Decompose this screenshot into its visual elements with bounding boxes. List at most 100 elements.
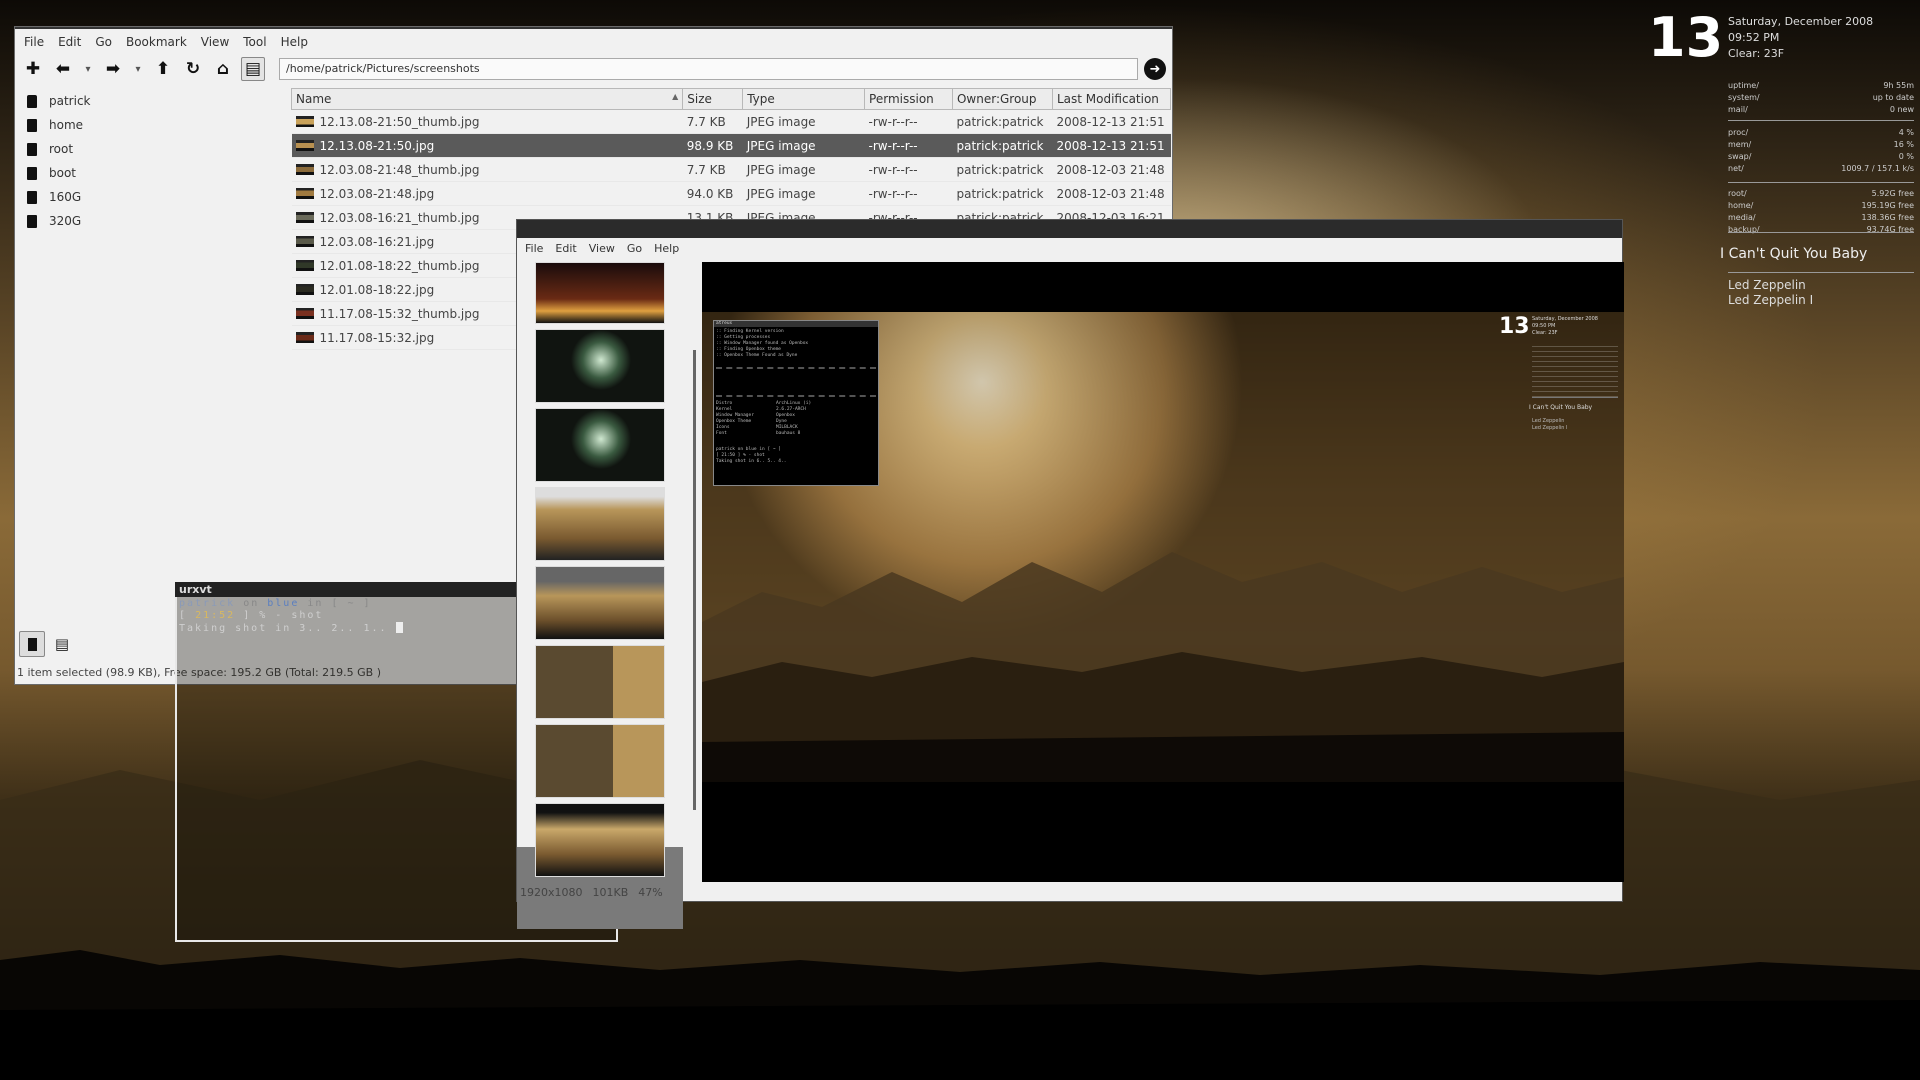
sidebar-item-label: 320G: [49, 214, 82, 228]
thumbnail[interactable]: [535, 408, 665, 482]
conky-stat-value: 138.36G free: [1861, 213, 1914, 222]
terminal-countdown: Taking shot in 3.. 2.. 1..: [179, 623, 388, 634]
conky-weather: Clear: 23F: [1728, 47, 1785, 60]
column-header-size[interactable]: Size: [682, 88, 744, 110]
menu-help[interactable]: Help: [281, 35, 308, 53]
viewer-menu-go[interactable]: Go: [627, 242, 642, 260]
conky-stat-value: 93.74G free: [1866, 225, 1914, 234]
conky-stat-value: 0 %: [1898, 152, 1914, 161]
conky-system-stats: uptime/9h 55m system/up to date mail/0 new: [1728, 80, 1914, 116]
preview-terminal-line: :: Openbox Theme Found as Dyne: [716, 353, 798, 358]
forward-icon[interactable]: ➡: [101, 57, 125, 81]
back-history-icon[interactable]: ▾: [81, 57, 95, 81]
menu-edit[interactable]: Edit: [58, 35, 81, 53]
viewer-menu-edit[interactable]: Edit: [555, 242, 576, 260]
sidebar-item-patrick[interactable]: patrick: [21, 89, 281, 113]
column-header-owner[interactable]: Owner:Group: [951, 88, 1053, 110]
file-type-cell: JPEG image: [742, 157, 865, 182]
viewer-titlebar[interactable]: [517, 220, 1622, 238]
menu-bookmark[interactable]: Bookmark: [126, 35, 187, 53]
preview-conky-stats: [1532, 342, 1618, 398]
table-row[interactable]: 12.03.08-21:48_thumb.jpg 7.7 KB JPEG image…: [291, 157, 1171, 182]
column-header-permission[interactable]: Permission: [864, 88, 953, 110]
sidebar-item-320g[interactable]: 320G: [21, 209, 281, 233]
sidebar-item-160g[interactable]: 160G: [21, 185, 281, 209]
preview-conky: 13 Saturday, December 2008 09:50 PM Clea…: [1499, 314, 1619, 454]
file-permission-cell: -rw-r--r--: [864, 157, 953, 182]
conky-stat-label: root/: [1728, 189, 1747, 198]
menu-file[interactable]: File: [24, 35, 44, 53]
conky-day: 13: [1648, 6, 1724, 69]
preview-conky-album: Led Zeppelin I: [1532, 425, 1568, 431]
table-row[interactable]: 12.03.08-21:48.jpg 94.0 KB JPEG image -rw-r…: [291, 181, 1171, 206]
preview-terminal: atreus :: Finding Kernel version:: Getti…: [713, 320, 879, 486]
reload-icon[interactable]: ↻: [181, 57, 205, 81]
file-name: 12.01.08-18:22_thumb.jpg: [319, 258, 480, 273]
sidebar-item-label: patrick: [49, 94, 91, 108]
home-icon[interactable]: ⌂: [211, 57, 235, 81]
conky-stat-label: proc/: [1728, 128, 1749, 137]
sidebar-item-boot[interactable]: boot: [21, 161, 281, 185]
viewer-menu-help[interactable]: Help: [654, 242, 679, 260]
conky-stat-label: backup/: [1728, 225, 1760, 234]
thumbnail-selected[interactable]: [535, 803, 665, 877]
up-icon[interactable]: ⬆: [151, 57, 175, 81]
terminal-user: patrick: [179, 598, 236, 609]
forward-history-icon[interactable]: ▾: [131, 57, 145, 81]
column-header-name[interactable]: Name ▲: [290, 88, 684, 110]
image-file-icon: [295, 259, 314, 271]
drive-icon: [27, 190, 37, 204]
file-name: 12.03.08-21:48_thumb.jpg: [319, 162, 480, 177]
thumbnail[interactable]: [535, 566, 665, 640]
column-header-type[interactable]: Type: [742, 88, 866, 110]
menu-tool[interactable]: Tool: [243, 35, 266, 53]
conky-stat-label: mail/: [1728, 105, 1748, 114]
conky-stat-label: home/: [1728, 201, 1754, 210]
viewer-menu-file[interactable]: File: [525, 242, 543, 260]
image-file-icon: [295, 283, 314, 295]
home-folder-icon: [27, 94, 37, 108]
file-name-cell: 12.03.08-21:48_thumb.jpg: [291, 157, 683, 182]
file-name: 11.17.08-15:32.jpg: [319, 330, 435, 345]
new-tab-icon[interactable]: ✚: [21, 57, 45, 81]
side-pane-mode-buttons: ▤: [19, 631, 75, 657]
thumbnail[interactable]: [535, 724, 665, 798]
conky-album: Led Zeppelin I: [1728, 293, 1814, 307]
folder-view-icon[interactable]: ▤: [241, 57, 265, 81]
conky-stat-line: mem/16 %: [1728, 139, 1914, 151]
thumbnail[interactable]: [535, 487, 665, 561]
column-header-modified[interactable]: Last Modification: [1051, 88, 1172, 110]
conky-stat-value: 5.92G free: [1871, 189, 1914, 198]
preview-terminal-info-row: Font bauhaus 8: [716, 431, 876, 437]
terminal-time: 21:52: [195, 610, 236, 621]
go-icon[interactable]: ➜: [1144, 58, 1166, 80]
sidebar-item-home[interactable]: home: [21, 113, 281, 137]
file-permission-cell: -rw-r--r--: [864, 181, 953, 206]
sidebar-item-label: boot: [49, 166, 77, 180]
file-owner-cell: patrick:patrick: [952, 181, 1053, 206]
thumbnail[interactable]: [535, 262, 665, 324]
conky-stat-line: media/138.36G free: [1728, 212, 1914, 224]
table-row[interactable]: 12.13.08-21:50_thumb.jpg 7.7 KB JPEG image…: [291, 109, 1171, 134]
image-file-icon: [295, 235, 314, 247]
thumbnail[interactable]: [535, 645, 665, 719]
file-owner-cell: patrick:patrick: [952, 157, 1053, 182]
menu-go[interactable]: Go: [95, 35, 112, 53]
conky-stat-line: proc/4 %: [1728, 127, 1914, 139]
places-mode-icon[interactable]: [19, 631, 45, 657]
sidebar-item-root[interactable]: root: [21, 137, 281, 161]
preview-conky-song: I Can't Quit You Baby: [1529, 404, 1593, 411]
terminal-bracket: [: [179, 610, 188, 621]
table-row[interactable]: 12.13.08-21:50.jpg 98.9 KB JPEG image -rw-r…: [291, 133, 1171, 158]
thumbnail-scrollbar[interactable]: [693, 350, 696, 810]
thumbnail[interactable]: [535, 329, 665, 403]
file-type-cell: JPEG image: [742, 109, 865, 134]
location-input[interactable]: /home/patrick/Pictures/screenshots: [279, 58, 1138, 80]
viewer-menu-view[interactable]: View: [589, 242, 615, 260]
dir-tree-mode-icon[interactable]: ▤: [49, 631, 75, 657]
conky-stat-label: swap/: [1728, 152, 1752, 161]
image-file-icon: [295, 211, 314, 223]
fm-sidebar: patrick home root boot 160G 320G: [21, 89, 281, 233]
menu-view[interactable]: View: [201, 35, 229, 53]
back-icon[interactable]: ⬅: [51, 57, 75, 81]
